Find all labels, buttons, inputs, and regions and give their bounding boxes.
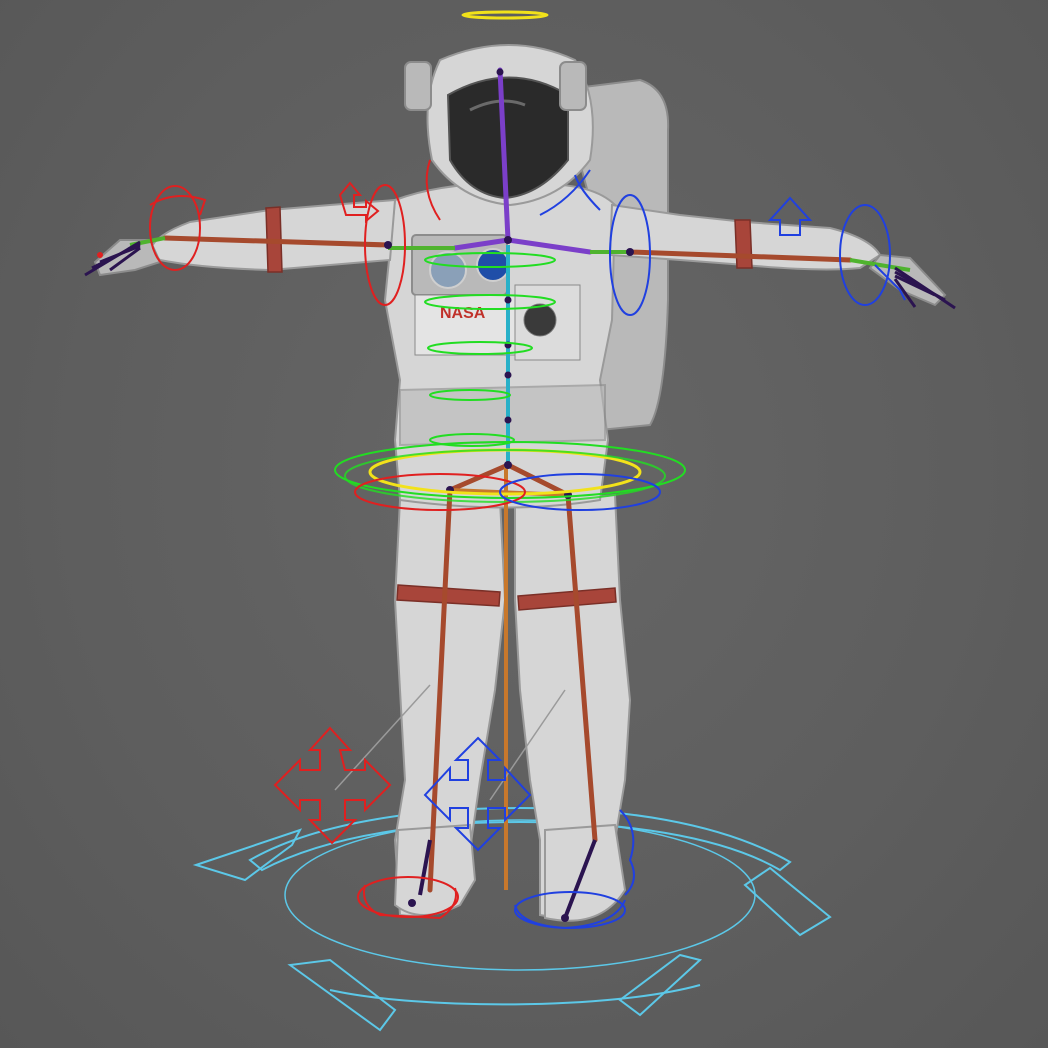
- rig-scene[interactable]: NASA: [0, 0, 1048, 1048]
- left-knee-pole-control[interactable]: [273, 726, 392, 845]
- left-arm-mesh: [148, 198, 397, 273]
- root-control[interactable]: [192, 806, 832, 1032]
- right-boot: [544, 823, 627, 922]
- torso-mesh: NASA: [383, 183, 617, 509]
- 3d-viewport[interactable]: NASA: [0, 0, 1048, 1048]
- head-control[interactable]: [461, 10, 549, 20]
- mission-patch-icon: [429, 251, 467, 289]
